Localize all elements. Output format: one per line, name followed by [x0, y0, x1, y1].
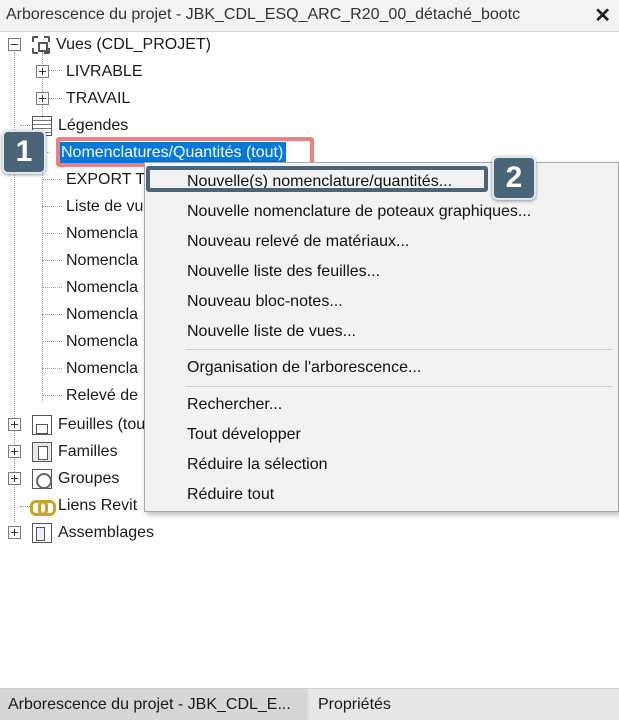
title-bar: Arborescence du projet - JBK_CDL_ESQ_ARC… — [0, 0, 619, 32]
collapse-toggle-views[interactable] — [8, 38, 21, 51]
tree-item-label: Nomencla — [66, 252, 139, 269]
tab-label: Propriétés — [318, 696, 391, 713]
group-icon — [32, 469, 52, 489]
tree-connector — [20, 506, 30, 507]
tree-connector — [48, 70, 62, 71]
tree-item-schedule[interactable]: Nomencla — [66, 302, 138, 328]
tree-item-schedule[interactable]: Nomencla — [66, 329, 138, 355]
expand-toggle-travail[interactable] — [36, 92, 49, 105]
menu-item-new-graphical-column-schedule[interactable]: Nouvelle nomenclature de poteaux graphiq… — [187, 203, 531, 221]
expand-toggle-groupes[interactable] — [8, 472, 21, 485]
menu-item-search[interactable]: Rechercher... — [187, 396, 282, 414]
tree-item-schedule[interactable]: Relevé de — [66, 383, 138, 409]
tree-item-schedule[interactable]: Nomencla — [66, 248, 138, 274]
tree-connector — [42, 314, 62, 315]
context-menu: Nouvelle(s) nomenclature/quantités... No… — [144, 162, 619, 512]
callout-highlight-2 — [146, 166, 488, 192]
tree-connector — [42, 287, 62, 288]
menu-item-new-material-takeoff[interactable]: Nouveau relevé de matériaux... — [187, 233, 409, 251]
tree-connector — [42, 233, 62, 234]
callout-badge-2: 2 — [492, 156, 536, 200]
tree-connector — [20, 125, 30, 126]
menu-item-collapse-selection[interactable]: Réduire la sélection — [187, 456, 328, 474]
tree-item-label: Relevé de — [66, 387, 139, 404]
tree-item-livrable[interactable]: LIVRABLE — [66, 59, 142, 85]
tree-connector — [42, 395, 62, 396]
tree-item-label: TRAVAIL — [66, 90, 131, 107]
sheet-icon — [32, 415, 52, 435]
tree-item-label: Nomencla — [66, 306, 139, 323]
tree-item-liens-revit[interactable]: Liens Revit — [30, 493, 137, 519]
callout-badge-1: 1 — [2, 130, 46, 174]
menu-item-browser-organization[interactable]: Organisation de l'arborescence... — [187, 359, 421, 377]
assembly-icon — [32, 523, 52, 543]
tree-connector — [42, 260, 62, 261]
tree-connector — [42, 179, 62, 180]
menu-separator — [185, 386, 612, 387]
family-icon — [32, 442, 52, 462]
tree-item-assemblages[interactable]: Assemblages — [32, 520, 154, 546]
tree-item-travail[interactable]: TRAVAIL — [66, 86, 130, 112]
panel-tabs: Arborescence du projet - JBK_CDL_E... Pr… — [0, 688, 619, 720]
tree-item-label: EXPORT TA — [66, 171, 155, 188]
tree-item-feuilles[interactable]: Feuilles (tou — [32, 412, 145, 438]
tree-item-label: Assemblages — [58, 524, 155, 541]
tree-item-label: LIVRABLE — [66, 63, 143, 80]
tree-item-legendes[interactable]: Légendes — [32, 113, 128, 139]
tree-item-label: Liste de vu — [66, 198, 144, 215]
tree-item-schedule[interactable]: Nomencla — [66, 221, 138, 247]
tree-item-schedule[interactable]: EXPORT TA — [66, 167, 155, 193]
tree-item-label: Vues (CDL_PROJET) — [56, 36, 211, 53]
tab-properties[interactable]: Propriétés — [310, 689, 430, 720]
views-icon — [32, 36, 50, 54]
tree-item-label: Groupes — [58, 470, 120, 487]
tree-item-label: Familles — [58, 443, 118, 460]
tree-connector — [42, 341, 62, 342]
tree-connector — [42, 368, 62, 369]
tree-item-label: Légendes — [58, 117, 129, 134]
link-icon — [30, 500, 56, 516]
tree-connector — [48, 98, 62, 99]
tree-item-views[interactable]: Vues (CDL_PROJET) — [32, 32, 211, 58]
menu-item-new-note-block[interactable]: Nouveau bloc-notes... — [187, 293, 343, 311]
expand-toggle-feuilles[interactable] — [8, 418, 21, 431]
tree-item-schedule[interactable]: Nomencla — [66, 356, 138, 382]
expand-toggle-livrable[interactable] — [36, 65, 49, 78]
menu-item-expand-all[interactable]: Tout développer — [187, 426, 301, 444]
menu-item-collapse-all[interactable]: Réduire tout — [187, 486, 274, 504]
expand-toggle-familles[interactable] — [8, 445, 21, 458]
tab-label: Arborescence du projet - JBK_CDL_E... — [8, 696, 291, 713]
menu-separator — [185, 349, 612, 350]
tree-item-label: Nomencla — [66, 279, 139, 296]
tree-item-label: Nomencla — [66, 225, 139, 242]
tree-item-label: Nomencla — [66, 360, 139, 377]
expand-toggle-assemblages[interactable] — [8, 526, 21, 539]
tree-item-label: Nomencla — [66, 333, 139, 350]
menu-item-new-sheet-list[interactable]: Nouvelle liste des feuilles... — [187, 263, 380, 281]
tree-item-label: Feuilles (tou — [58, 416, 146, 433]
tree-connector — [42, 206, 62, 207]
tree-item-label: Liens Revit — [58, 497, 138, 514]
window-title: Arborescence du projet - JBK_CDL_ESQ_ARC… — [6, 6, 521, 23]
tree-item-schedule[interactable]: Liste de vu — [66, 194, 143, 220]
close-icon[interactable]: ✕ — [594, 3, 611, 28]
tree-item-schedule[interactable]: Nomencla — [66, 275, 138, 301]
tree-item-groupes[interactable]: Groupes — [32, 466, 119, 492]
tree-item-familles[interactable]: Familles — [32, 439, 118, 465]
menu-item-new-view-list[interactable]: Nouvelle liste de vues... — [187, 323, 356, 341]
tab-project-browser[interactable]: Arborescence du projet - JBK_CDL_E... — [0, 689, 308, 720]
